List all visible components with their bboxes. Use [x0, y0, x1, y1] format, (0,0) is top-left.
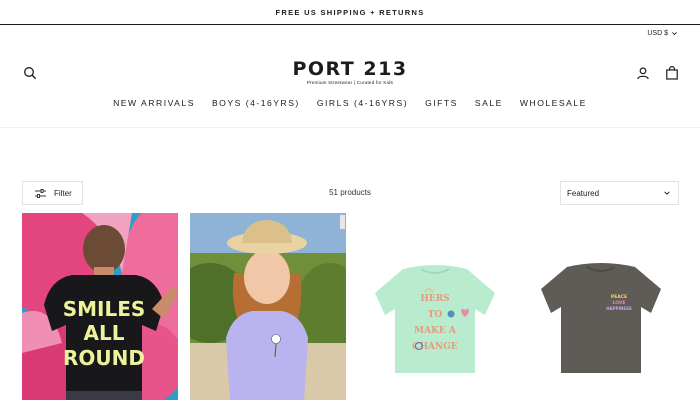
nav-girls[interactable]: GIRLS (4-16YRS)	[317, 98, 408, 108]
product-card[interactable]	[190, 213, 346, 400]
product-image[interactable]: HERS TO MAKE A CHANGE	[357, 213, 513, 400]
nav-gifts[interactable]: GIFTS	[425, 98, 458, 108]
product-image[interactable]	[190, 213, 346, 400]
sort-select[interactable]: Featured	[560, 181, 679, 205]
cart-icon[interactable]	[665, 66, 679, 80]
print-line-3: ROUND	[63, 346, 145, 370]
print-line-2: TO	[428, 310, 443, 320]
globe-icon	[447, 310, 455, 318]
main-nav: NEW ARRIVALS BOYS (4-16YRS) GIRLS (4-16Y…	[0, 98, 700, 108]
nav-boys[interactable]: BOYS (4-16YRS)	[212, 98, 300, 108]
logo-wordmark: PORT 213	[292, 58, 408, 80]
print-line-1: SMILES	[63, 297, 146, 321]
account-icon[interactable]	[636, 66, 650, 80]
nav-new-arrivals[interactable]: NEW ARRIVALS	[113, 98, 195, 108]
chevron-down-icon	[664, 191, 670, 195]
announcement-bar: FREE US SHIPPING + RETURNS	[0, 0, 700, 25]
site-logo[interactable]: PORT 213 Premium Streetwear | Curated fo…	[0, 58, 700, 86]
print-line-2: ALL	[84, 321, 125, 345]
product-card[interactable]: PEACE LOVE HAPPINESS	[523, 213, 679, 400]
product-image[interactable]: PEACE LOVE HAPPINESS	[523, 213, 679, 400]
nav-wholesale[interactable]: WHOLESALE	[520, 98, 587, 108]
product-card[interactable]: SMILES ALL ROUND	[22, 213, 178, 400]
currency-label: USD $	[647, 30, 668, 37]
logo-tagline: Premium Streetwear | Curated for Kids	[306, 80, 394, 85]
print-line-1: HERS	[420, 294, 449, 304]
product-image[interactable]: SMILES ALL ROUND	[22, 213, 178, 400]
print-line-4: CHANGE	[412, 342, 458, 352]
product-card[interactable]: HERS TO MAKE A CHANGE	[357, 213, 513, 400]
print-line-1: PEACE	[611, 294, 627, 300]
print-line-3: HAPPINESS	[606, 306, 632, 311]
chevron-down-icon	[672, 32, 677, 36]
announcement-text: FREE US SHIPPING + RETURNS	[275, 7, 425, 17]
header-divider	[0, 127, 700, 128]
sort-selected-value: Featured	[567, 188, 600, 198]
print-line-3: MAKE A	[414, 326, 457, 336]
currency-selector[interactable]: USD $	[647, 30, 678, 37]
nav-sale[interactable]: SALE	[475, 98, 503, 108]
